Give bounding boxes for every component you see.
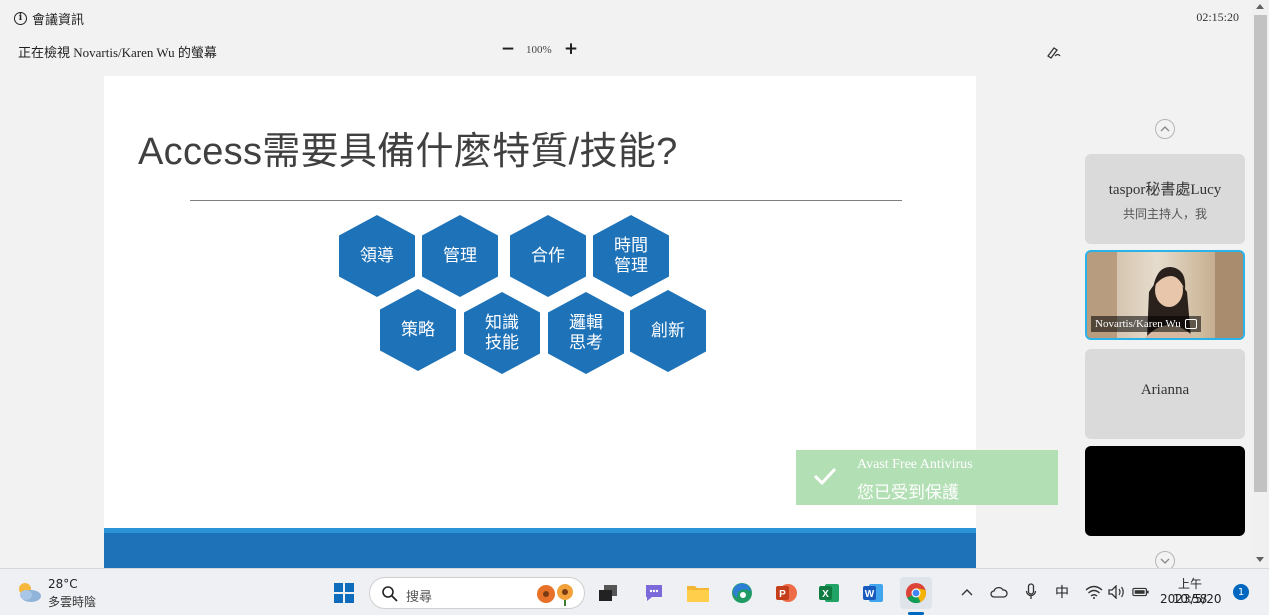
excel-button[interactable]: X — [813, 577, 845, 609]
participant-name: taspor秘書處Lucy — [1108, 182, 1222, 198]
edge-browser-button[interactable] — [726, 577, 758, 609]
window-scrollbar[interactable] — [1252, 0, 1269, 568]
meeting-info-button[interactable]: i 會議資訊 — [14, 9, 84, 28]
weather-widget[interactable]: 28°C 多雲時陰 — [14, 575, 124, 611]
battery-icon — [1132, 587, 1149, 597]
meeting-info-label: 會議資訊 — [32, 13, 85, 28]
powerpoint-icon: P — [776, 584, 797, 602]
hexagon-skill: 策略 — [380, 289, 456, 371]
hexagon-skill: 時間 管理 — [593, 215, 669, 297]
microphone-icon — [1025, 583, 1037, 599]
speaker-icon — [1108, 585, 1124, 599]
hexagon-skill: 合作 — [510, 215, 586, 297]
zoom-level: 100% — [526, 44, 552, 56]
scroll-down-arrow-icon[interactable] — [1256, 557, 1264, 562]
windows-taskbar: 28°C 多雲時陰 搜尋 P X W 中 上午 10:58 2023/5/20 … — [0, 568, 1269, 615]
weather-condition: 多雲時陰 — [48, 595, 97, 609]
cloud-icon — [990, 586, 1008, 598]
annotate-icon[interactable] — [1046, 44, 1062, 59]
participant-tile[interactable]: Arianna — [1085, 349, 1245, 439]
svg-text:P: P — [779, 589, 786, 600]
chevron-down-icon — [1160, 558, 1170, 564]
participant-tile[interactable]: taspor秘書處Lucy 共同主持人，我 — [1085, 154, 1245, 244]
task-view-icon — [599, 585, 617, 601]
hexagon-skill: 管理 — [422, 215, 498, 297]
notification-badge[interactable]: 1 — [1233, 584, 1249, 600]
search-placeholder: 搜尋 — [406, 590, 433, 605]
participant-tile[interactable] — [1085, 446, 1245, 536]
scrollbar-thumb[interactable] — [1254, 15, 1267, 492]
checkmark-icon — [813, 467, 837, 486]
notification-message: 您已受到保護 — [857, 483, 959, 503]
powerpoint-button[interactable]: P — [770, 577, 802, 609]
wifi-icon — [1085, 585, 1103, 599]
chrome-button[interactable] — [900, 577, 932, 609]
participants-scroll-down[interactable] — [1155, 551, 1175, 568]
windows-logo-icon — [334, 583, 354, 603]
zoom-in-button[interactable]: + — [562, 39, 580, 59]
search-icon — [382, 586, 398, 602]
task-view-button[interactable] — [592, 577, 624, 609]
participants-scroll-up[interactable] — [1155, 119, 1175, 139]
svg-text:X: X — [822, 589, 829, 600]
input-method-indicator[interactable]: 中 — [1053, 583, 1071, 601]
show-hidden-icons-button[interactable] — [958, 583, 976, 601]
volume-button[interactable] — [1108, 583, 1126, 601]
hexagon-skill: 領導 — [339, 215, 415, 297]
system-date[interactable]: 2023/5/20 — [1160, 592, 1222, 606]
screen-share-bar: 正在檢視 Novartis/Karen Wu 的螢幕 − 100% + — [0, 34, 1252, 66]
microphone-button[interactable] — [1022, 583, 1040, 601]
hexagon-skill: 邏輯 思考 — [548, 292, 624, 374]
file-explorer-button[interactable] — [682, 577, 714, 609]
battery-button[interactable] — [1132, 583, 1150, 601]
antivirus-notification[interactable]: Avast Free Antivirus 您已受到保護 — [796, 450, 1058, 505]
chevron-up-icon — [1160, 126, 1170, 132]
flower-highlight-icon — [537, 584, 573, 606]
meeting-window: i 會議資訊 02:15:20 正在檢視 Novartis/Karen Wu 的… — [0, 0, 1269, 568]
participant-name: Arianna — [1140, 382, 1190, 398]
onedrive-button[interactable] — [990, 583, 1008, 601]
svg-text:W: W — [865, 589, 875, 600]
zoom-out-button[interactable]: − — [499, 39, 517, 59]
participant-video-label: Novartis/Karen Wu — [1091, 316, 1201, 332]
screen-share-icon — [1184, 319, 1197, 329]
elapsed-time: 02:15:20 — [1196, 10, 1239, 24]
wifi-button[interactable] — [1085, 583, 1103, 601]
cloudy-weather-icon — [19, 583, 41, 602]
participant-tile-active[interactable]: Novartis/Karen Wu — [1085, 250, 1245, 340]
viewing-label: 正在檢視 Novartis/Karen Wu 的螢幕 — [18, 45, 217, 60]
meeting-info-bar: i 會議資訊 02:15:20 — [0, 0, 1252, 34]
start-button[interactable] — [328, 577, 360, 609]
chrome-icon — [906, 583, 926, 604]
hexagon-skill: 知識 技能 — [464, 292, 540, 374]
word-icon: W — [863, 584, 883, 602]
teams-chat-button[interactable] — [638, 577, 670, 609]
participant-name: Novartis/Karen Wu — [1095, 318, 1181, 330]
temperature: 28°C — [48, 577, 78, 591]
slide-divider — [190, 200, 902, 201]
slide-title: Access需要具備什麼特質/技能? — [138, 131, 678, 173]
chat-icon — [646, 585, 662, 601]
chevron-up-icon — [961, 589, 973, 596]
excel-icon: X — [819, 584, 839, 602]
word-button[interactable]: W — [857, 577, 889, 609]
folder-icon — [687, 586, 709, 602]
hexagon-skill: 創新 — [630, 290, 706, 372]
slide-footer-bar — [104, 528, 976, 568]
scroll-up-arrow-icon[interactable] — [1256, 4, 1264, 9]
notification-title: Avast Free Antivirus — [857, 457, 973, 472]
participant-role: 共同主持人，我 — [1122, 207, 1207, 221]
info-icon: i — [14, 12, 27, 25]
edge-icon — [732, 583, 752, 603]
taskbar-search[interactable]: 搜尋 — [369, 577, 585, 609]
